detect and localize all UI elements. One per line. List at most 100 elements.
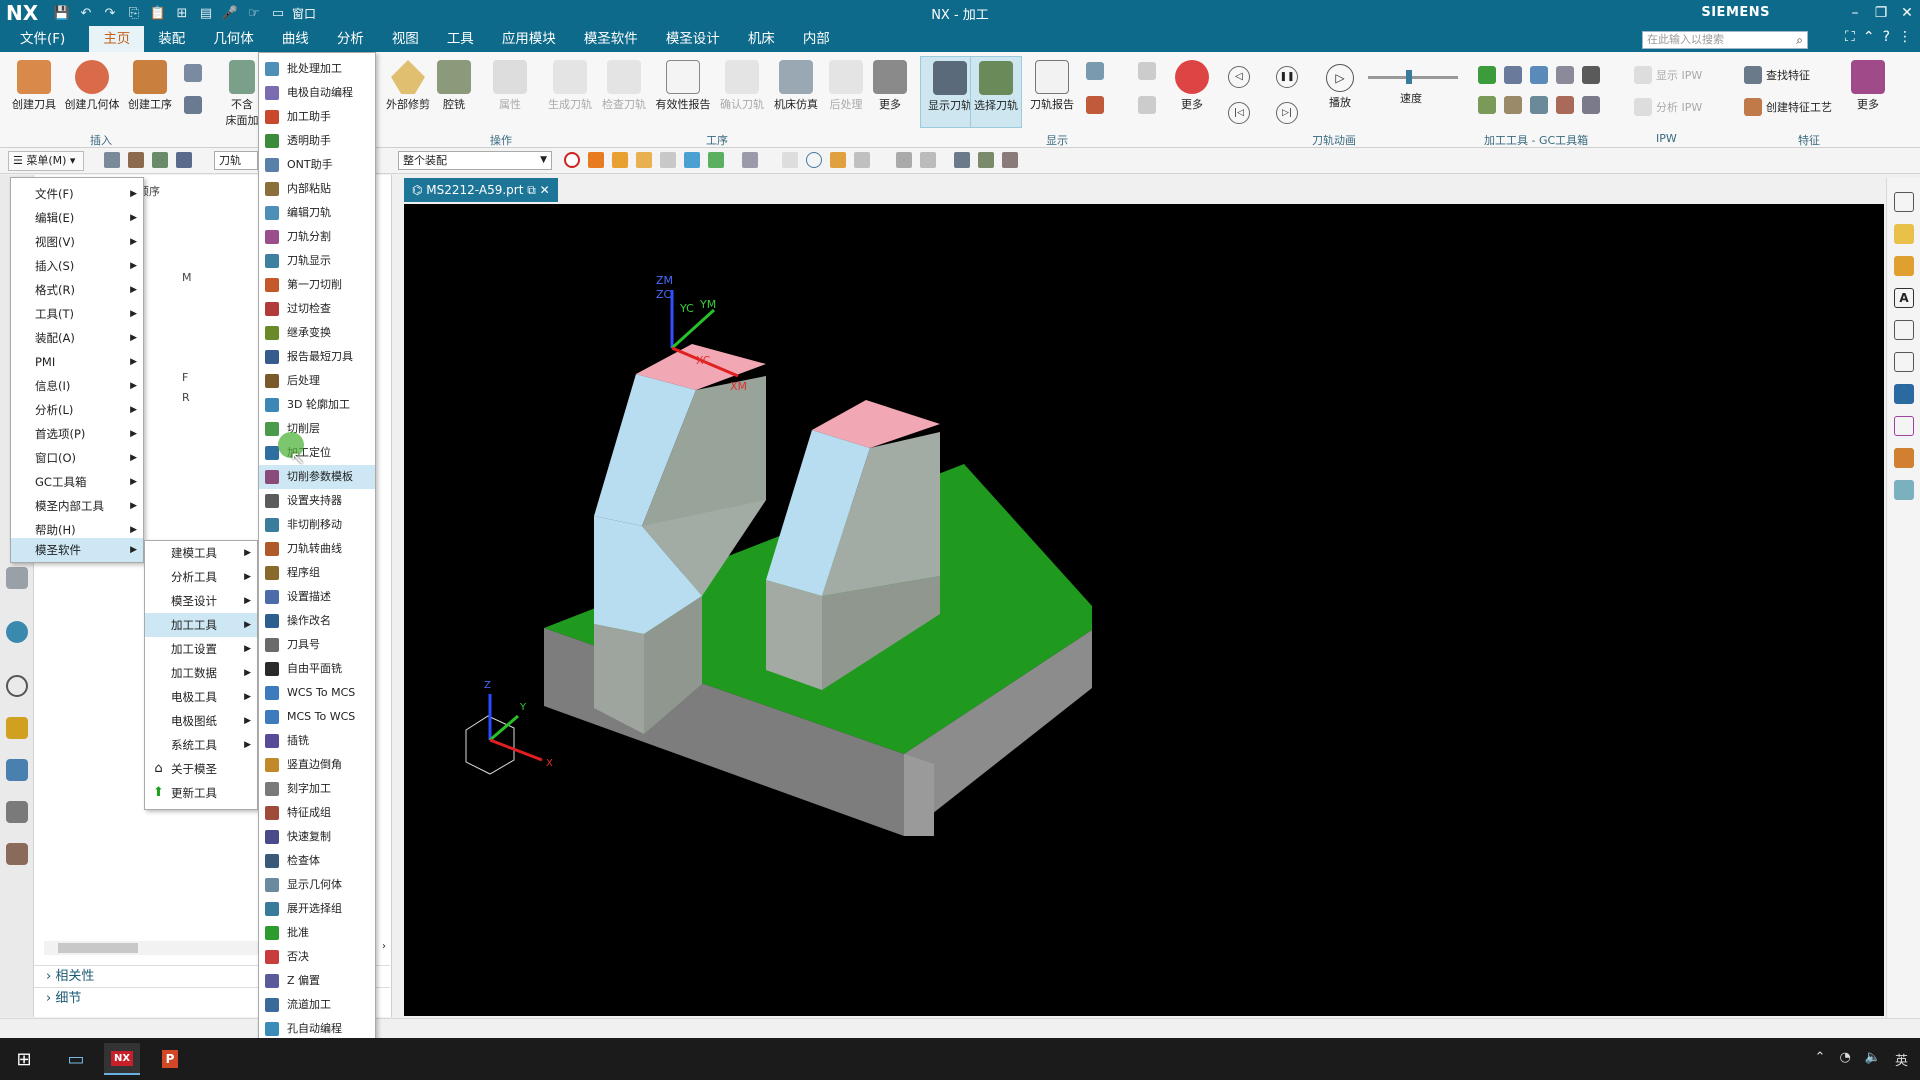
scroll-right-icon[interactable]: › [382,941,386,952]
properties-button[interactable]: 属性 [480,56,540,112]
mcs-icon[interactable] [954,152,970,168]
restore-button[interactable]: ❐ [1868,0,1894,26]
assembly-navigator-icon[interactable] [1894,224,1914,244]
gc-tool-icon[interactable] [1504,66,1522,84]
gc-tool-icon[interactable] [1582,66,1600,84]
tool-menu-item[interactable]: 特征成组 [259,801,375,825]
volume-icon[interactable]: 🔈 [1865,1050,1881,1069]
tool-menu-item[interactable]: 展开选择组 [259,897,375,921]
horizontal-scrollbar[interactable] [44,941,284,955]
snap-filter-icon[interactable] [742,152,758,168]
feature-more-button[interactable]: 更多 [1840,56,1896,112]
tool-display-icon[interactable] [1086,96,1104,114]
mic-icon[interactable]: 🎤 [220,4,240,22]
constraint-navigator-icon[interactable] [1894,256,1914,276]
help-icon[interactable]: ? [1883,29,1890,45]
verify-toolpath-button[interactable]: 检查刀轨 [594,56,654,112]
create-geometry-button[interactable]: 创建几何体 [62,56,122,112]
menu-item-window[interactable]: 窗口(O) ▶ [11,446,143,470]
menu-item-pmi[interactable]: PMI ▶ [11,350,143,374]
process-icon[interactable] [6,843,28,865]
snap-midpoint-icon[interactable] [830,152,846,168]
gc-tool-icon[interactable] [1556,66,1574,84]
tool-menu-item[interactable]: 加工助手 [259,105,375,129]
tool-menu-item[interactable]: 刀轨显示 [259,249,375,273]
tool-view-icon[interactable] [184,96,202,114]
pause-icon[interactable]: ❚❚ [1276,66,1298,88]
tab-machine[interactable]: 机床 [734,26,789,52]
command-search-input[interactable]: 在此输入以搜索 ⌕ [1642,31,1808,49]
part-file-tab[interactable]: ⌬ MS2212-A59.prt ⧉ ✕ [404,178,558,202]
roles-icon[interactable] [6,567,28,589]
tray-expand-icon[interactable]: ⌃ [1815,1050,1826,1069]
tool-menu-item[interactable]: 批处理加工 [259,57,375,81]
tab-applications[interactable]: 应用模块 [488,26,570,52]
tab-file[interactable]: 文件(F) [0,26,89,52]
rewind-icon[interactable]: |◁ [1228,102,1250,124]
geometry-view-icon[interactable] [152,152,168,168]
machine-tool-view-icon[interactable] [128,152,144,168]
display-more-button[interactable]: 更多 [1162,56,1222,112]
submenu-item-machining-settings[interactable]: 加工设置 ▶ [145,637,257,661]
tool-menu-item[interactable]: 操作改名 [259,609,375,633]
minimize-button[interactable]: – [1842,0,1868,26]
submenu-item-system-tools[interactable]: 系统工具 ▶ [145,733,257,757]
tool-menu-item[interactable]: 刀轨分割 [259,225,375,249]
tab-home[interactable]: 主页 [89,26,145,52]
tab-tools[interactable]: 工具 [433,26,488,52]
tool-menu-item[interactable]: 快速复制 [259,825,375,849]
snap-circle-icon[interactable] [806,152,822,168]
submenu-item-machining-data[interactable]: 加工数据 ▶ [145,661,257,685]
tool-menu-item[interactable]: 显示几何体 [259,873,375,897]
network-icon[interactable] [1894,416,1914,436]
windows-start-icon[interactable]: ⊞ [6,1043,42,1075]
search-icon[interactable]: ⌕ [1796,32,1803,48]
select-point-icon[interactable] [708,152,724,168]
tab-mosheng-software[interactable]: 模圣软件 [570,26,652,52]
assembly-scope-combo[interactable]: 整个装配 ▼ [398,151,552,170]
submenu-item-modeling-tools[interactable]: 建模工具 ▶ [145,541,257,565]
nx-taskbar-icon[interactable]: NX [104,1043,140,1075]
tool-menu-item[interactable]: 切削层 [259,417,375,441]
text-annotation-icon[interactable]: A [1894,288,1914,308]
snap-end-icon[interactable] [854,152,870,168]
tool-menu-item[interactable]: 过切检查 [259,297,375,321]
select-feature-icon[interactable] [636,152,652,168]
program-order-view-icon[interactable] [104,152,120,168]
create-tool-button[interactable]: 创建刀具 [4,56,64,112]
hide-all-icon[interactable] [1002,152,1018,168]
layer-down-icon[interactable] [1138,96,1156,114]
tool-menu-item[interactable]: 加工定位 [259,441,375,465]
machine-navigator-icon[interactable] [6,759,28,781]
tool-menu-item[interactable]: 检查体 [259,849,375,873]
tool-menu-item[interactable]: 第一刀切削 [259,273,375,297]
menu-item-file[interactable]: 文件(F) ▶ [11,182,143,206]
tab-view[interactable]: 视图 [378,26,433,52]
menu-item-tools[interactable]: 工具(T) ▶ [11,302,143,326]
model-view[interactable]: ZM ZC YC YM XC XM Z Y X [404,204,1884,1016]
gc-tool-icon[interactable] [1556,96,1574,114]
gc-tool-icon[interactable] [1530,66,1548,84]
program-order-icon[interactable] [184,64,202,82]
menu-item-analysis[interactable]: 分析(L) ▶ [11,398,143,422]
submenu-item-electrode-drawings[interactable]: 电极图纸 ▶ [145,709,257,733]
gc-tool-icon[interactable] [1582,96,1600,114]
reuse-library-icon[interactable] [1894,352,1914,372]
tool-menu-item[interactable]: MCS To WCS [259,705,375,729]
gc-tool-icon[interactable] [1530,96,1548,114]
menu-button[interactable]: ☰ 菜单(M) ▾ [8,151,84,171]
speed-slider-thumb[interactable] [1406,70,1412,84]
type-filter-combo[interactable]: 刀轨 [214,151,258,170]
palette-icon[interactable] [6,717,28,739]
submenu-item-about[interactable]: ⌂ 关于模圣 [145,757,257,781]
tool-menu-item[interactable]: 插铣 [259,729,375,753]
tab-close-icon[interactable]: ✕ [540,183,550,197]
tool-menu-item[interactable]: 报告最短刀具 [259,345,375,369]
menu-item-format[interactable]: 格式(R) ▶ [11,278,143,302]
create-feature-process-button[interactable]: 创建特征工艺 [1744,98,1832,116]
gc-tool-icon[interactable] [1504,96,1522,114]
tab-assembly[interactable]: 装配 [144,26,199,52]
tool-menu-item[interactable]: 刀轨转曲线 [259,537,375,561]
save-icon[interactable]: 💾 [52,4,72,22]
submenu-item-machining-tools[interactable]: 加工工具 ▶ [145,613,257,637]
